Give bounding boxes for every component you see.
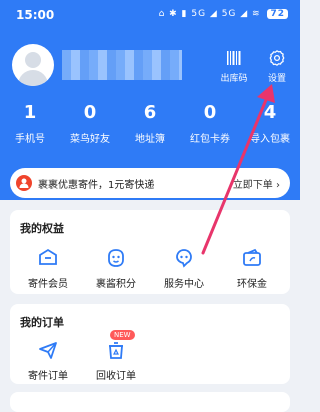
service-icon [154, 246, 214, 270]
stat-address-book[interactable]: 6 地址簿 [123, 102, 178, 152]
next-card [10, 392, 290, 412]
avatar-body-shape [18, 70, 48, 86]
promo-text: 裹裹优惠寄件，1元寄快递 [38, 180, 155, 191]
benefit-eco[interactable]: 环保金 [222, 246, 282, 290]
benefit-member[interactable]: 寄件会员 [18, 246, 78, 290]
points-icon [86, 246, 146, 270]
status-time: 15:00 [16, 8, 55, 22]
pickup-code-label: 出库码 [220, 74, 248, 84]
benefit-label: 裹酱积分 [96, 279, 136, 290]
stat-value: 4 [263, 102, 277, 123]
stat-phone[interactable]: 1 手机号 [3, 102, 58, 152]
stat-value: 1 [23, 102, 37, 123]
new-badge: NEW [110, 330, 135, 340]
stat-friends[interactable]: 0 菜鸟好友 [63, 102, 118, 152]
avatar-head-shape [25, 52, 41, 68]
gear-icon [260, 48, 294, 68]
promo-person-icon [16, 175, 32, 191]
order-recycle[interactable]: NEW 回收订单 [86, 330, 146, 382]
avatar[interactable] [12, 44, 54, 86]
benefit-label: 寄件会员 [28, 279, 68, 290]
stat-coupons[interactable]: 0 红包卡券 [183, 102, 238, 152]
status-icons-text: ⌂ ✱ ▮ 5G ◢ 5G ◢ ≋ [158, 9, 261, 19]
order-label: 回收订单 [96, 371, 136, 382]
settings-button[interactable]: 设置 [260, 48, 294, 84]
benefits-card: 我的权益 寄件会员 裹酱积分 服务中心 环保金 [10, 210, 290, 294]
order-label: 寄件订单 [28, 371, 68, 382]
eco-icon [222, 246, 282, 270]
send-icon [18, 338, 78, 362]
stats-row: 1 手机号 0 菜鸟好友 6 地址簿 0 红包卡券 4 导入包裹 [0, 102, 300, 152]
member-icon [18, 246, 78, 270]
stat-label: 导入包裹 [250, 134, 290, 145]
benefit-label: 服务中心 [164, 279, 204, 290]
stat-label: 手机号 [15, 134, 45, 145]
stat-label: 红包卡券 [190, 134, 230, 145]
benefit-points[interactable]: 裹酱积分 [86, 246, 146, 290]
benefits-title: 我的权益 [20, 222, 64, 235]
battery-icon: 72 [267, 9, 288, 19]
settings-label: 设置 [267, 74, 286, 84]
benefit-label: 环保金 [237, 279, 267, 290]
barcode-icon [217, 48, 251, 68]
status-bar: 15:00 ⌂ ✱ ▮ 5G ◢ 5G ◢ ≋ 72 [0, 0, 300, 30]
recycle-icon [86, 338, 146, 362]
stat-import[interactable]: 4 导入包裹 [243, 102, 298, 152]
stat-label: 菜鸟好友 [70, 134, 110, 145]
username-blurred[interactable] [62, 50, 182, 80]
benefit-service-center[interactable]: 服务中心 [154, 246, 214, 290]
promo-order-button[interactable]: 立即下单 › [233, 176, 280, 191]
pickup-code-button[interactable]: 出库码 [217, 48, 251, 84]
stat-label: 地址簿 [135, 134, 165, 145]
promo-banner[interactable]: 裹裹优惠寄件，1元寄快递 立即下单 › [10, 168, 290, 198]
orders-title: 我的订单 [20, 316, 64, 329]
status-icons: ⌂ ✱ ▮ 5G ◢ 5G ◢ ≋ 72 [159, 9, 288, 19]
stat-value: 0 [203, 102, 217, 123]
stat-value: 6 [143, 102, 157, 123]
stat-value: 0 [83, 102, 97, 123]
order-send[interactable]: 寄件订单 [18, 338, 78, 382]
orders-card: 我的订单 寄件订单 NEW 回收订单 [10, 304, 290, 384]
